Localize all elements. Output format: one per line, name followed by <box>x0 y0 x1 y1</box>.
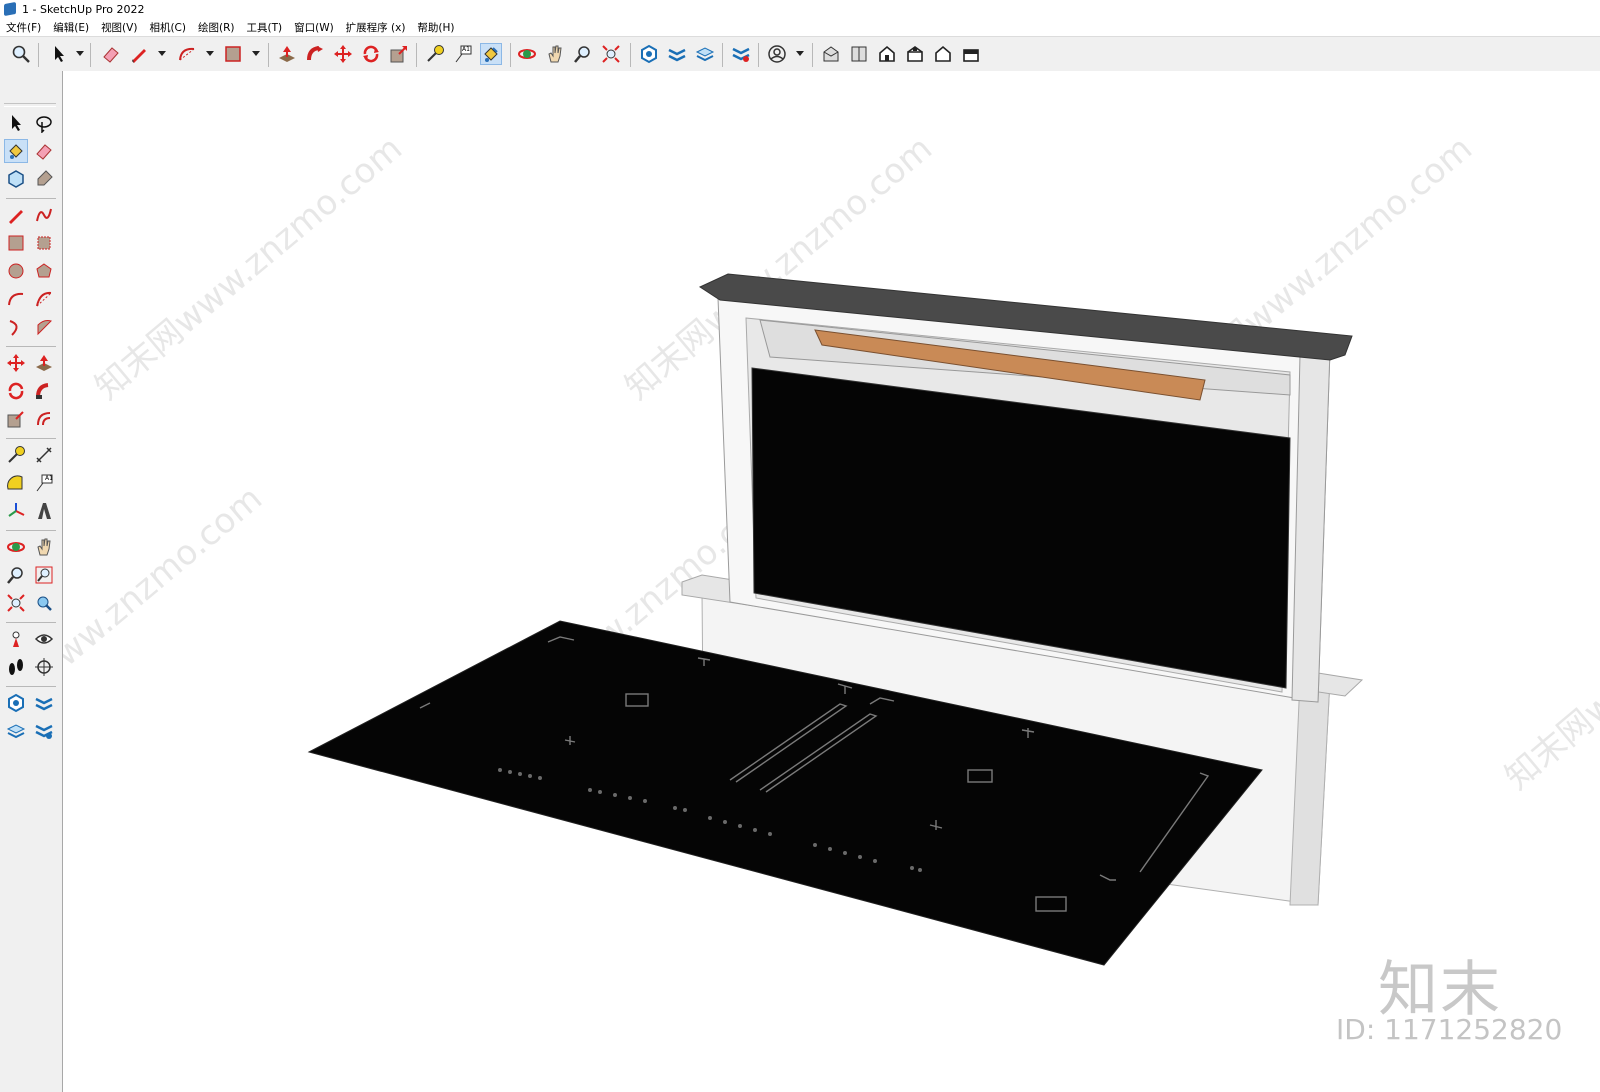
scale-icon[interactable] <box>388 43 410 65</box>
menu-tools[interactable]: 工具(T) <box>240 20 288 35</box>
menu-camera[interactable]: 相机(C) <box>143 20 192 35</box>
paint-bucket-icon[interactable] <box>480 43 502 65</box>
toolbar-grip[interactable] <box>4 103 56 107</box>
zoom-extents-icon[interactable] <box>4 591 28 615</box>
arc-icon[interactable] <box>176 43 198 65</box>
lasso-select-icon[interactable] <box>32 111 56 135</box>
menu-view[interactable]: 视图(V) <box>95 20 143 35</box>
rotate-icon[interactable] <box>360 43 382 65</box>
walk-icon[interactable] <box>4 655 28 679</box>
menu-draw[interactable]: 绘图(R) <box>192 20 241 35</box>
select-arrow-icon[interactable] <box>4 111 28 135</box>
profile-icon[interactable] <box>766 43 788 65</box>
pie-icon[interactable] <box>32 315 56 339</box>
menu-help[interactable]: 帮助(H) <box>411 20 460 35</box>
window-title: 1 - SketchUp Pro 2022 <box>22 2 145 16</box>
text-icon[interactable]: A1 <box>32 471 56 495</box>
menu-extensions[interactable]: 扩展程序 (x) <box>340 20 412 35</box>
front-view-icon[interactable] <box>876 43 898 65</box>
polygon-icon[interactable] <box>32 259 56 283</box>
3d-text-icon[interactable] <box>32 499 56 523</box>
pencil-icon[interactable] <box>128 43 150 65</box>
tag-tool-icon[interactable] <box>32 167 56 191</box>
zoom-window-icon[interactable] <box>32 563 56 587</box>
push-pull-icon[interactable] <box>32 351 56 375</box>
back-view-icon[interactable] <box>932 43 954 65</box>
zoom-tool-icon[interactable] <box>572 43 594 65</box>
rotate-icon[interactable] <box>4 379 28 403</box>
styles-icon[interactable] <box>730 43 752 65</box>
menu-file[interactable]: 文件(F) <box>0 20 47 35</box>
left-toolbar: A1 <box>0 71 63 1092</box>
arc-dropdown-icon[interactable] <box>206 51 214 56</box>
move-icon[interactable] <box>4 351 28 375</box>
sketchup-app-icon <box>4 1 16 17</box>
layout-icon[interactable] <box>694 43 716 65</box>
model-viewport[interactable]: 知末网www.znzmo.com 知末网www.znzmo.com 知末网www… <box>63 71 1600 1092</box>
axes-icon[interactable] <box>4 499 28 523</box>
text-tool-label: A1 <box>462 46 470 53</box>
circle-icon[interactable] <box>4 259 28 283</box>
select-arrow-icon[interactable] <box>48 43 70 65</box>
iso-view-icon[interactable] <box>820 43 842 65</box>
pan-icon[interactable] <box>32 535 56 559</box>
title-bar: 1 - SketchUp Pro 2022 <box>0 0 1600 18</box>
line-icon[interactable] <box>4 203 28 227</box>
select-dropdown-icon[interactable] <box>76 51 84 56</box>
make-component-icon[interactable] <box>4 167 28 191</box>
menu-bar: 文件(F) 编辑(E) 视图(V) 相机(C) 绘图(R) 工具(T) 窗口(W… <box>0 18 1600 36</box>
follow-me-icon[interactable] <box>32 379 56 403</box>
follow-me-icon[interactable] <box>304 43 326 65</box>
top-toolbar: A1 <box>0 36 1600 72</box>
orbit-icon[interactable] <box>4 535 28 559</box>
rotated-rectangle-icon[interactable] <box>32 231 56 255</box>
extension-warehouse-icon[interactable] <box>32 691 56 715</box>
profile-dropdown-icon[interactable] <box>796 51 804 56</box>
right-view-icon[interactable] <box>904 43 926 65</box>
menu-window[interactable]: 窗口(W) <box>288 20 340 35</box>
position-camera-icon[interactable] <box>4 627 28 651</box>
eraser-icon[interactable] <box>100 43 122 65</box>
dimension-icon[interactable] <box>32 443 56 467</box>
look-around-icon[interactable] <box>32 627 56 651</box>
menu-edit[interactable]: 编辑(E) <box>47 20 95 35</box>
pencil-dropdown-icon[interactable] <box>158 51 166 56</box>
downdraft-hood-cooktop-model <box>307 273 1364 966</box>
previous-view-icon[interactable] <box>32 591 56 615</box>
left-view-icon[interactable] <box>960 43 982 65</box>
rectangle-icon[interactable] <box>222 43 244 65</box>
zoom-extents-icon[interactable] <box>600 43 622 65</box>
text-tool-label: A1 <box>45 475 53 482</box>
orbit-icon[interactable] <box>516 43 538 65</box>
tape-measure-icon[interactable] <box>424 43 446 65</box>
arc-icon[interactable] <box>4 287 28 311</box>
scale-icon[interactable] <box>4 407 28 431</box>
push-pull-icon[interactable] <box>276 43 298 65</box>
section-plane-icon[interactable] <box>32 655 56 679</box>
move-icon[interactable] <box>332 43 354 65</box>
protractor-icon[interactable] <box>4 471 28 495</box>
offset-icon[interactable] <box>32 407 56 431</box>
warehouse-icon[interactable] <box>4 691 28 715</box>
two-point-arc-icon[interactable] <box>32 287 56 311</box>
pan-icon[interactable] <box>544 43 566 65</box>
zoom-icon[interactable] <box>10 43 32 65</box>
tape-measure-icon[interactable] <box>4 443 28 467</box>
eraser-icon[interactable] <box>32 139 56 163</box>
freehand-icon[interactable] <box>32 203 56 227</box>
warehouse-icon[interactable] <box>638 43 660 65</box>
three-point-arc-icon[interactable] <box>4 315 28 339</box>
watermark-id: ID: 1171252820 <box>1336 1013 1563 1046</box>
layout-icon[interactable] <box>4 719 28 743</box>
extension-warehouse-icon[interactable] <box>666 43 688 65</box>
top-view-icon[interactable] <box>848 43 870 65</box>
extension-manager-icon[interactable] <box>32 719 56 743</box>
zoom-tool-icon[interactable] <box>4 563 28 587</box>
rectangle-dropdown-icon[interactable] <box>252 51 260 56</box>
paint-bucket-icon[interactable] <box>4 139 28 163</box>
text-icon[interactable]: A1 <box>452 43 474 65</box>
rectangle-icon[interactable] <box>4 231 28 255</box>
